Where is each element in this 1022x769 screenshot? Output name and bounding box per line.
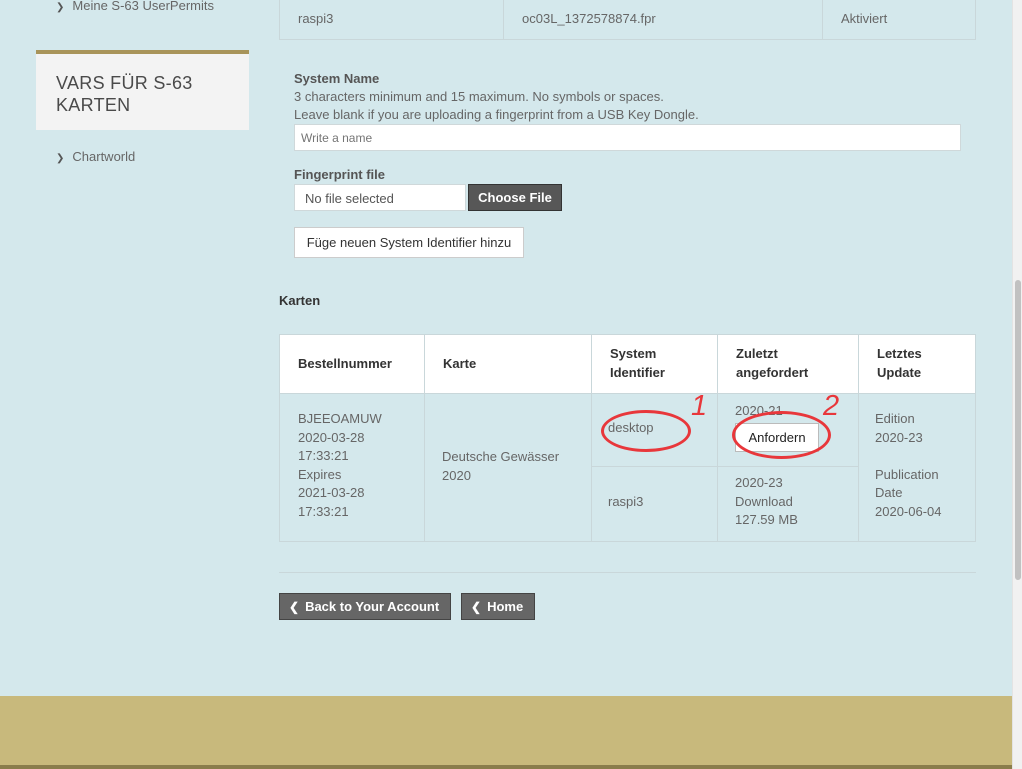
footer-border: [0, 765, 1012, 769]
system-name: raspi3: [298, 11, 334, 26]
header-update: Letztes Update: [859, 335, 975, 393]
expires-date: 2021-03-28: [298, 485, 365, 501]
sidebar-link-label: Meine S-63 UserPermits: [72, 0, 214, 13]
fingerprint-filename: oc03L_1372578874.fpr: [522, 11, 656, 26]
systems-table-row: raspi3 oc03L_1372578874.fpr Aktiviert: [279, 0, 976, 40]
chevron-right-icon: ❯: [56, 153, 65, 164]
annotation-number-2: 2: [823, 390, 840, 422]
annotation-number-1: 1: [691, 390, 708, 422]
choose-file-button[interactable]: Choose File: [468, 184, 562, 211]
edition-label: Edition: [875, 411, 915, 426]
header-label: System: [610, 346, 657, 361]
header-label: Karte: [443, 356, 477, 371]
download-size: 127.59 MB: [735, 512, 798, 528]
header-label: Identifier: [610, 365, 665, 380]
header-system: System Identifier: [592, 335, 718, 393]
header-label: Update: [877, 365, 922, 380]
expires-label: Expires: [298, 466, 342, 482]
header-label: Bestellnummer: [298, 356, 392, 371]
file-status-text: No file selected: [305, 191, 394, 206]
order-cell: BJEEOAMUW 2020-03-28 17:33:21 Expires 20…: [298, 410, 382, 522]
sidebar-link-label: Chartworld: [72, 149, 136, 164]
divider: [424, 393, 425, 541]
file-status-field: No file selected: [294, 184, 466, 211]
table-header: Bestellnummer Karte System Identifier Zul…: [280, 335, 975, 394]
status-cell: Aktiviert: [823, 0, 976, 39]
add-system-identifier-button[interactable]: Füge neuen System Identifier hinzu: [294, 227, 524, 258]
sidebar-section-header: VARS FÜR S-63 KARTEN: [36, 50, 249, 130]
vertical-scrollbar[interactable]: [1012, 0, 1022, 769]
download-link[interactable]: Download: [735, 493, 798, 512]
fingerprint-label: Fingerprint file: [294, 167, 385, 182]
chevron-right-icon: ❯: [56, 2, 65, 13]
header-requested: Zuletzt angefordert: [718, 335, 859, 393]
header-label: angefordert: [736, 365, 809, 380]
header-chart: Karte: [425, 335, 592, 393]
help-line: 3 characters minimum and 15 maximum. No …: [294, 89, 664, 104]
chevron-left-icon: ❮: [289, 600, 300, 614]
order-time: 17:33:21: [298, 448, 349, 464]
order-number: BJEEOAMUW: [298, 411, 382, 426]
home-button[interactable]: ❮ Home: [461, 593, 535, 620]
sidebar-section-title: VARS FÜR S-63 KARTEN: [56, 73, 193, 115]
system-cell: raspi3: [280, 0, 504, 39]
divider: [858, 393, 859, 541]
divider: [717, 393, 718, 541]
annotation-circle-1: [601, 410, 691, 452]
system-name-input[interactable]: [294, 124, 961, 151]
status-text: Aktiviert: [841, 11, 888, 26]
footer: [0, 696, 1012, 769]
header-label: Zuletzt: [736, 346, 778, 361]
sidebar-link-userpermits[interactable]: ❯ Meine S-63 UserPermits: [56, 0, 214, 13]
system-name-label: System Name: [294, 71, 380, 86]
requested-raspi3: 2020-23 Download 127.59 MB: [735, 474, 798, 530]
sidebar-link-chartworld[interactable]: ❯ Chartworld: [56, 149, 135, 164]
divider: [279, 572, 976, 573]
system-identifier-raspi3: raspi3: [608, 494, 644, 509]
header-order: Bestellnummer: [280, 335, 425, 393]
back-to-account-button[interactable]: ❮ Back to Your Account: [279, 593, 451, 620]
button-label: Home: [487, 599, 524, 614]
update-cell: Edition 2020-23 Publication Date 2020-06…: [875, 410, 942, 522]
chevron-left-icon: ❮: [471, 600, 482, 614]
help-line: Leave blank if you are uploading a finge…: [294, 107, 699, 122]
scrollbar-thumb[interactable]: [1015, 280, 1021, 580]
karten-title: Karten: [279, 293, 321, 308]
header-label: Letztes: [877, 346, 922, 361]
annotation-circle-2: [732, 411, 831, 459]
fingerprint-cell: oc03L_1372578874.fpr: [504, 0, 823, 39]
chart-name: Deutsche Gewässer: [442, 449, 560, 464]
divider: [591, 393, 592, 541]
chart-cell: Deutsche Gewässer 2020: [442, 448, 559, 485]
publication-label: Date: [875, 485, 903, 501]
chart-year: 2020: [442, 467, 471, 483]
publication-date: 2020-06-04: [875, 503, 942, 519]
edition-value: 2020-23: [875, 429, 923, 445]
expires-time: 17:33:21: [298, 503, 349, 519]
button-label: Back to Your Account: [305, 599, 440, 614]
publication-label: Publication: [875, 466, 939, 482]
divider: [592, 466, 858, 467]
system-name-help: 3 characters minimum and 15 maximum. No …: [294, 88, 699, 124]
requested-edition: 2020-23: [735, 475, 783, 490]
order-date: 2020-03-28: [298, 429, 365, 445]
